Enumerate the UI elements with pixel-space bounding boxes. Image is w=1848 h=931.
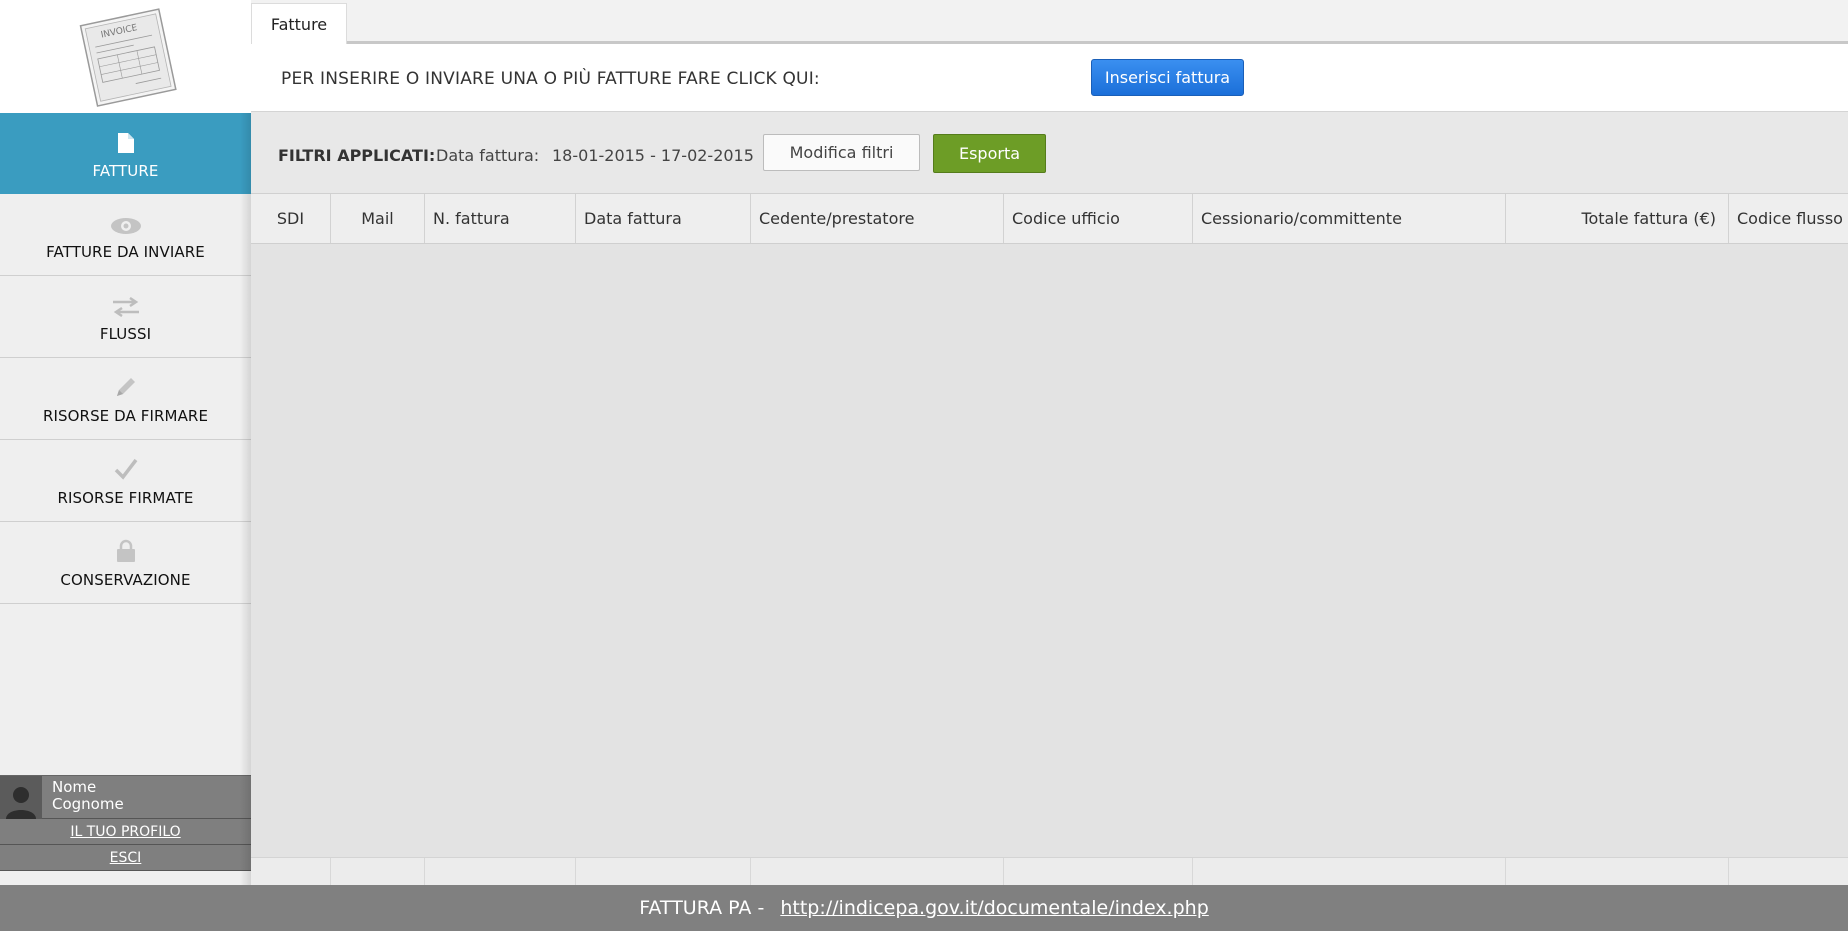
table-body <box>251 244 1848 857</box>
insert-instructions: PER INSERIRE O INVIARE UNA O PIÙ FATTURE… <box>281 69 820 89</box>
column-header-numero-fattura[interactable]: N. fattura <box>425 194 576 243</box>
column-header-data-fattura[interactable]: Data fattura <box>576 194 751 243</box>
user-last-name: Cognome <box>52 795 124 813</box>
document-icon <box>117 132 134 153</box>
sidebar-item-label: FATTURE <box>92 161 159 180</box>
table-footer-cell <box>1729 858 1848 885</box>
table-footer-cell <box>1506 858 1729 885</box>
sidebar-item-label: FATTURE DA INVIARE <box>46 242 205 261</box>
avatar <box>0 776 42 819</box>
column-header-codice-flusso[interactable]: Codice flusso <box>1729 194 1848 243</box>
pencil-icon <box>116 377 135 396</box>
filter-field-name: Data fattura: <box>436 146 540 165</box>
column-header-cedente[interactable]: Cedente/prestatore <box>751 194 1004 243</box>
column-header-sdi[interactable]: SDI <box>251 194 331 243</box>
filters-bar: FILTRI APPLICATI: Data fattura: 18-01-20… <box>251 112 1848 194</box>
column-header-codice-ufficio[interactable]: Codice ufficio <box>1004 194 1193 243</box>
filter-field-value: 18-01-2015 - 17-02-2015 <box>552 146 754 165</box>
sidebar-item-fatture[interactable]: FATTURE <box>0 113 251 194</box>
user-icon <box>6 787 36 819</box>
modify-filters-button[interactable]: Modifica filtri <box>763 134 920 171</box>
invoice-icon: INVOICE <box>79 7 177 107</box>
sidebar-item-risorse-da-firmare[interactable]: RISORSE DA FIRMARE <box>0 358 251 440</box>
table-footer <box>251 857 1848 885</box>
user-name: Nome Cognome <box>42 776 124 818</box>
table-footer-cell <box>576 858 751 885</box>
table-header: SDI Mail N. fattura Data fattura Cedente… <box>251 194 1848 244</box>
checkmark-icon <box>114 458 137 480</box>
sidebar-item-label: RISORSE FIRMATE <box>57 488 194 507</box>
footer-label: FATTURA PA - <box>639 897 765 919</box>
table-footer-cell <box>1193 858 1506 885</box>
sidebar-item-fatture-da-inviare[interactable]: FATTURE DA INVIARE <box>0 194 251 276</box>
sidebar: INVOICE FATTURE FATTURE DA INVIARE FLUSS… <box>0 0 252 885</box>
column-header-mail[interactable]: Mail <box>331 194 425 243</box>
user-first-name: Nome <box>52 778 97 796</box>
arrows-icon <box>112 296 139 317</box>
sidebar-item-label: FLUSSI <box>99 324 152 343</box>
user-panel: Nome Cognome IL TUO PROFILO ESCI <box>0 775 251 871</box>
sidebar-item-flussi[interactable]: FLUSSI <box>0 276 251 358</box>
profile-link[interactable]: IL TUO PROFILO <box>0 819 251 845</box>
sidebar-item-risorse-firmate[interactable]: RISORSE FIRMATE <box>0 440 251 522</box>
insert-bar: PER INSERIRE O INVIARE UNA O PIÙ FATTURE… <box>251 44 1848 112</box>
logo: INVOICE <box>0 0 251 113</box>
export-button[interactable]: Esporta <box>933 134 1046 173</box>
eye-icon <box>110 217 141 234</box>
column-header-cessionario[interactable]: Cessionario/committente <box>1193 194 1506 243</box>
filters-label: FILTRI APPLICATI: <box>278 146 436 165</box>
table-footer-cell <box>751 858 1004 885</box>
table-footer-cell <box>331 858 425 885</box>
lock-icon <box>116 539 135 562</box>
tab-bar: Fatture <box>251 0 1848 44</box>
tab-fatture[interactable]: Fatture <box>251 3 347 44</box>
logout-link[interactable]: ESCI <box>0 845 251 871</box>
column-header-totale[interactable]: Totale fattura (€) <box>1506 194 1729 243</box>
sidebar-item-conservazione[interactable]: CONSERVAZIONE <box>0 522 251 604</box>
page-footer: FATTURA PA - http://indicepa.gov.it/docu… <box>0 885 1848 931</box>
table-footer-cell <box>251 858 331 885</box>
user-info: Nome Cognome <box>0 775 251 819</box>
sidebar-item-label: RISORSE DA FIRMARE <box>42 406 209 425</box>
table-footer-cell <box>425 858 576 885</box>
footer-link[interactable]: http://indicepa.gov.it/documentale/index… <box>780 897 1208 919</box>
sidebar-item-label: CONSERVAZIONE <box>60 570 191 589</box>
table-footer-cell <box>1004 858 1193 885</box>
insert-invoice-button[interactable]: Inserisci fattura <box>1091 59 1244 96</box>
